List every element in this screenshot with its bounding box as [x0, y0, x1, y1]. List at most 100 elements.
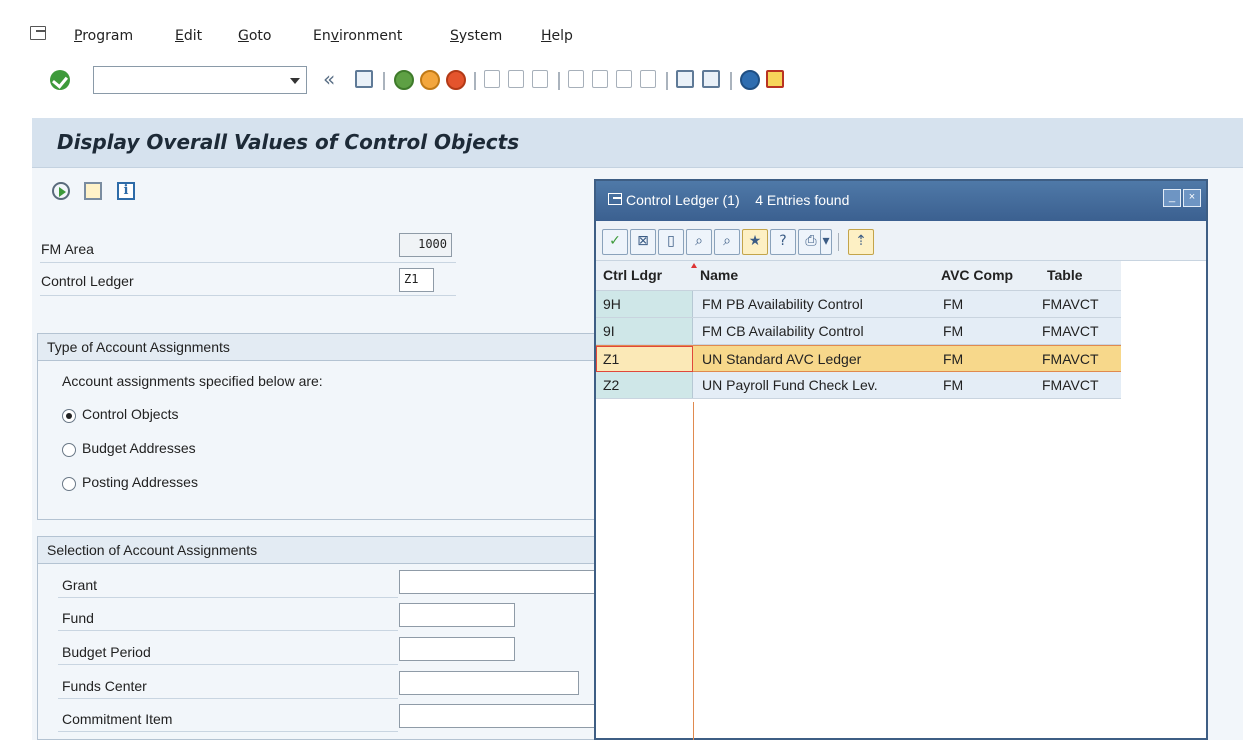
document-icon[interactable]: ▯ [658, 229, 684, 255]
menu-environment[interactable]: Environment [313, 28, 402, 44]
menu-goto-rest: oto [248, 28, 272, 44]
menu-edit-rest: dit [183, 28, 203, 44]
type-group-title: Type of Account Assignments [37, 333, 597, 361]
control-ledger-label: Control Ledger [41, 273, 134, 289]
divider [58, 731, 398, 732]
create-session-icon[interactable] [676, 70, 694, 88]
back-icon[interactable] [394, 70, 414, 90]
window-menu-icon[interactable] [30, 26, 46, 40]
table-row[interactable]: 9H FM PB Availability Control FM FMAVCT [596, 291, 1121, 318]
shortcut-icon[interactable] [702, 70, 720, 88]
last-page-icon[interactable] [640, 70, 656, 88]
radio-budget-addresses-label: Budget Addresses [82, 440, 196, 456]
control-ledger-field[interactable]: Z1 [399, 268, 434, 292]
cell-ctrl-ldgr: Z1 [603, 351, 620, 367]
menu-program[interactable]: Program [74, 28, 133, 44]
table-row[interactable]: Z2 UN Payroll Fund Check Lev. FM FMAVCT [596, 372, 1121, 399]
cell-table: FMAVCT [1042, 323, 1099, 339]
cell-ctrl-ldgr: 9I [603, 323, 615, 339]
divider [40, 262, 456, 263]
divider [58, 698, 398, 699]
budget-period-label: Budget Period [62, 644, 151, 660]
menu-system-rest: ystem [458, 28, 503, 44]
page-title: Display Overall Values of Control Object… [57, 130, 520, 154]
radio-control-objects-label: Control Objects [82, 406, 179, 422]
dialog-toolbar: ✓ ⊠ ▯ ⌕ ⌕ ★ ? ⎙ ▾ ⇡ [596, 221, 1206, 261]
type-group-box [37, 333, 597, 520]
radio-posting-addresses-label: Posting Addresses [82, 474, 198, 490]
menu-environment-accelerator: v [330, 28, 340, 44]
info-icon[interactable]: i [117, 182, 135, 200]
menu-system[interactable]: System [450, 28, 502, 44]
col-avc-comp[interactable]: AVC Comp [941, 267, 1013, 283]
execute-icon[interactable] [52, 182, 70, 200]
radio-posting-addresses[interactable] [62, 477, 76, 491]
first-page-icon[interactable] [568, 70, 584, 88]
col-ctrl-ldgr[interactable]: Ctrl Ldgr [603, 267, 662, 283]
toolbar-separator [474, 72, 476, 90]
close-icon[interactable]: × [1183, 189, 1201, 207]
toolbar-separator [666, 72, 668, 90]
menu-goto[interactable]: Goto [238, 28, 271, 44]
fund-label: Fund [62, 610, 94, 626]
menu-edit[interactable]: Edit [175, 28, 202, 44]
fm-area-field[interactable]: 1000 [399, 233, 452, 257]
fund-field[interactable] [399, 603, 515, 627]
value-help-dialog: Control Ledger (1) 4 Entries found _ × ✓… [594, 179, 1208, 740]
find-icon[interactable]: ⌕ [686, 229, 712, 255]
chevron-down-icon[interactable] [290, 78, 300, 84]
menu-goto-accelerator: G [238, 28, 249, 44]
dialog-title-bar[interactable]: Control Ledger (1) 4 Entries found _ × [596, 181, 1206, 221]
menu-program-rest: rogram [82, 28, 134, 44]
menu-edit-accelerator: E [175, 28, 184, 44]
menu-system-accelerator: S [450, 28, 459, 44]
find-icon[interactable] [508, 70, 524, 88]
help-icon[interactable] [740, 70, 760, 90]
table-row[interactable]: 9I FM CB Availability Control FM FMAVCT [596, 318, 1121, 345]
divider [58, 664, 398, 665]
save-icon[interactable] [355, 70, 373, 88]
grant-label: Grant [62, 577, 98, 593]
grant-field[interactable] [399, 570, 596, 594]
table-row-selected[interactable]: Z1 UN Standard AVC Ledger FM FMAVCT [596, 345, 1121, 372]
exit-icon[interactable] [420, 70, 440, 90]
commitment-item-field[interactable] [399, 704, 596, 728]
cell-name: FM PB Availability Control [702, 296, 863, 312]
enter-check-icon[interactable] [50, 70, 70, 90]
find-next-icon[interactable]: ⌕ [714, 229, 740, 255]
print-icon[interactable] [484, 70, 500, 88]
info-icon[interactable]: ? [770, 229, 796, 255]
restrictions-icon[interactable]: ⇡ [848, 229, 874, 255]
print-dropdown-icon[interactable]: ▾ [820, 229, 832, 255]
minimize-icon[interactable]: _ [1163, 189, 1181, 207]
grid-header: Ctrl Ldgr Name AVC Comp Table [596, 261, 1121, 291]
cell-table: FMAVCT [1042, 351, 1099, 367]
customize-layout-icon[interactable] [766, 70, 784, 88]
next-page-icon[interactable] [616, 70, 632, 88]
budget-period-field[interactable] [399, 637, 515, 661]
cell-name: UN Standard AVC Ledger [702, 351, 862, 367]
cancel-x-icon[interactable]: ⊠ [630, 229, 656, 255]
toolbar-separator [383, 72, 385, 90]
funds-center-field[interactable] [399, 671, 579, 695]
menu-program-accelerator: P [74, 28, 83, 44]
radio-budget-addresses[interactable] [62, 443, 76, 457]
command-field[interactable] [93, 66, 307, 94]
menu-help[interactable]: Help [541, 28, 573, 44]
col-name[interactable]: Name [700, 267, 738, 283]
radio-control-objects[interactable] [62, 409, 76, 423]
commitment-item-label: Commitment Item [62, 711, 173, 727]
confirm-check-icon[interactable]: ✓ [602, 229, 628, 255]
personal-list-add-icon[interactable]: ★ [742, 229, 768, 255]
previous-page-icon[interactable] [592, 70, 608, 88]
window-menu-icon[interactable] [608, 193, 622, 205]
double-chevron-left-icon[interactable]: « [323, 68, 335, 90]
cell-avc-comp: FM [943, 296, 964, 312]
cell-table: FMAVCT [1042, 296, 1099, 312]
copy-icon[interactable] [84, 182, 102, 200]
col-table[interactable]: Table [1047, 267, 1083, 283]
cancel-icon[interactable] [446, 70, 466, 90]
divider [58, 597, 398, 598]
column-divider [693, 402, 694, 740]
find-next-icon[interactable] [532, 70, 548, 88]
